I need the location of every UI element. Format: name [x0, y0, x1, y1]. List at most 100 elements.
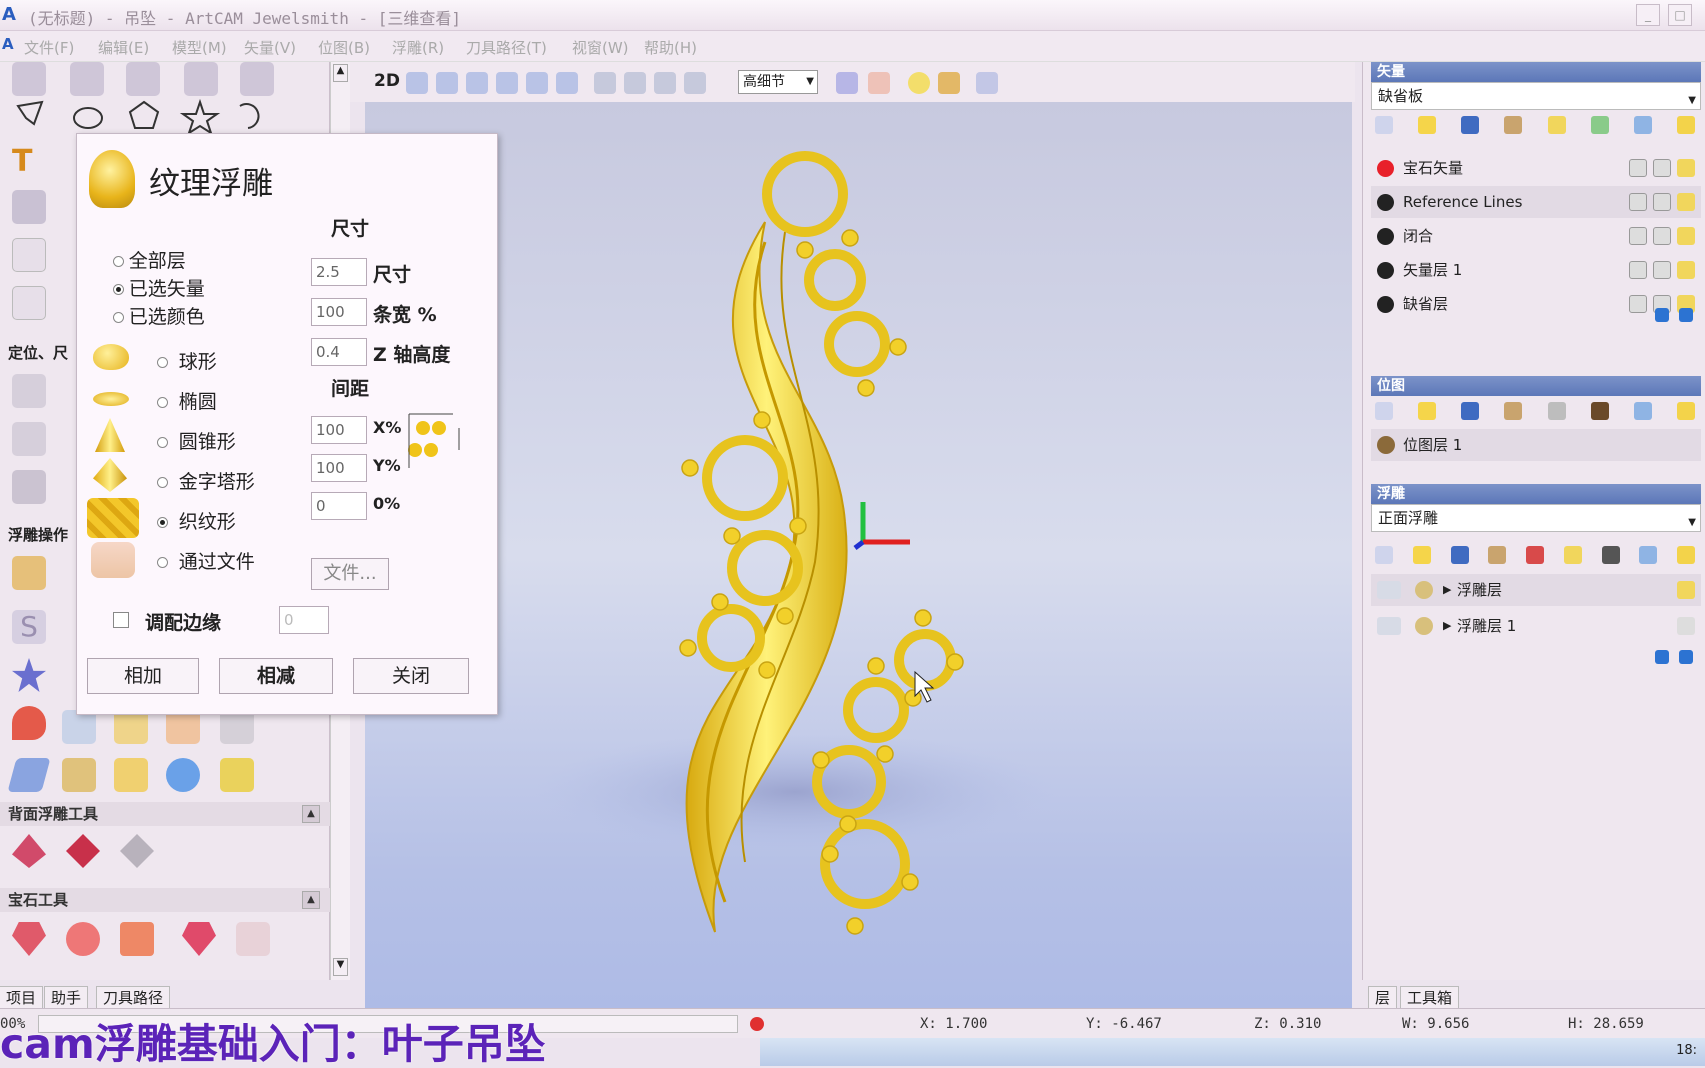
collapse-arrow-icon[interactable]: ▲ [302, 891, 320, 909]
relief-combine-icon[interactable] [1415, 617, 1433, 635]
relief-tool-b-icon[interactable] [166, 710, 200, 744]
relief-tool-a-icon[interactable] [114, 710, 148, 744]
menu-file[interactable]: 文件(F) [24, 37, 74, 58]
edit-icon[interactable] [1653, 193, 1671, 211]
add-button[interactable]: 相加 [87, 658, 199, 694]
lock-icon[interactable] [1629, 193, 1647, 211]
vector-layer-row[interactable]: 宝石矢量 [1371, 152, 1701, 184]
gem-pattern-icon[interactable] [236, 922, 270, 956]
strip-width-input[interactable]: 100 [311, 298, 367, 326]
shape-sphere-radio[interactable] [157, 357, 168, 368]
transform-icon[interactable] [126, 62, 160, 96]
back-relief-3-icon[interactable] [120, 834, 154, 868]
delete-icon[interactable] [1633, 116, 1652, 134]
shape-cone-option[interactable]: 圆锥形 [157, 427, 236, 454]
subtract-button[interactable]: 相减 [219, 658, 333, 694]
shape-ellipse-option[interactable]: 椭圆 [157, 387, 217, 414]
3d-viewport[interactable] [365, 102, 1352, 1008]
scope-colors-radio[interactable] [113, 312, 124, 323]
layer-color-dot[interactable] [1377, 160, 1394, 177]
zoom-in-icon[interactable] [466, 72, 488, 94]
layer-color-dot[interactable] [1377, 296, 1394, 313]
front-view-icon[interactable] [624, 72, 646, 94]
back-relief-1-icon[interactable] [12, 834, 46, 868]
relief-layer-row[interactable]: ▶ 浮雕层 1 [1371, 610, 1701, 642]
bitmap-layer-row[interactable]: 位图层 1 [1371, 429, 1701, 461]
tab-toolbox[interactable]: 工具箱 [1400, 986, 1460, 1010]
vector-draw-icons[interactable] [12, 96, 282, 136]
lock-icon[interactable] [1629, 261, 1647, 279]
scroll-up-icon[interactable]: ▲ [333, 64, 348, 82]
shape-file-radio[interactable] [157, 557, 168, 568]
paste-icon[interactable] [1504, 116, 1523, 134]
layer-color-dot[interactable] [1377, 194, 1394, 211]
menu-vector[interactable]: 矢量(V) [244, 37, 296, 58]
relief-combine-icon[interactable] [1415, 581, 1433, 599]
scope-selected-colors[interactable]: 已选颜色 [113, 302, 205, 329]
edit-icon[interactable] [1653, 227, 1671, 245]
z-height-input[interactable]: 0.4 [311, 338, 367, 366]
menu-help[interactable]: 帮助(H) [644, 37, 697, 58]
globe-mesh-icon[interactable] [166, 758, 200, 792]
shape-weave-radio[interactable] [157, 517, 168, 528]
lock-icon[interactable] [1629, 295, 1647, 313]
offset-input[interactable]: 0 [311, 492, 367, 520]
paste-icon[interactable] [1504, 402, 1523, 420]
expand-arrow-icon[interactable]: ▶ [1443, 610, 1451, 642]
leaf-icon[interactable] [12, 706, 46, 740]
plane-view-icon[interactable] [836, 72, 858, 94]
tab-layers[interactable]: 层 [1368, 986, 1398, 1010]
light-layer-icon[interactable] [1563, 546, 1582, 564]
light-layer-icon[interactable] [1547, 116, 1566, 134]
open-folder-icon[interactable] [1418, 116, 1437, 134]
shape-from-file-option[interactable]: 通过文件 [157, 547, 255, 574]
visibility-bulb-icon[interactable] [1677, 193, 1695, 211]
menu-edit[interactable]: 编辑(E) [98, 37, 149, 58]
bulb-icon[interactable] [1677, 546, 1695, 564]
save-icon[interactable] [1461, 402, 1480, 420]
move-down-icon[interactable] [1679, 308, 1693, 322]
scope-all-layers[interactable]: 全部层 [113, 246, 186, 273]
new-layer-icon[interactable] [1375, 402, 1393, 420]
paste-icon[interactable] [1488, 546, 1507, 564]
layer-color-dot[interactable] [1377, 228, 1394, 245]
visibility-bulb-icon[interactable] [1677, 581, 1695, 599]
new-layer-icon[interactable] [1375, 116, 1393, 134]
shape-icon[interactable] [12, 422, 46, 456]
relief-layer-row[interactable]: ▶ 浮雕层 [1371, 574, 1701, 606]
menu-bitmap[interactable]: 位图(B) [318, 37, 370, 58]
plane-icon[interactable] [7, 758, 51, 792]
wave-icon[interactable] [12, 470, 46, 504]
shape-ellipse-radio[interactable] [157, 397, 168, 408]
shape-weave-option[interactable]: 织纹形 [157, 507, 236, 534]
lock-icon[interactable] [1629, 159, 1647, 177]
delete-icon[interactable] [1639, 546, 1658, 564]
fit-edge-input[interactable]: 0 [279, 606, 329, 634]
bulb-icon[interactable] [1676, 402, 1695, 420]
vector-sheet-select[interactable]: 缺省板 ▼ [1371, 82, 1701, 110]
visibility-bulb-icon[interactable] [1677, 159, 1695, 177]
visibility-bulb-icon[interactable] [1677, 227, 1695, 245]
material-icon[interactable] [938, 72, 960, 94]
image-icon[interactable] [1590, 402, 1609, 420]
move-up-icon[interactable] [1655, 308, 1669, 322]
gem-diamond-icon[interactable] [182, 922, 216, 956]
text-tool-icon[interactable]: T [12, 144, 46, 179]
bitmap-icon[interactable] [1547, 402, 1566, 420]
vector-layer-row[interactable]: 缺省层 [1371, 288, 1701, 320]
collapse-arrow-icon[interactable]: ▲ [302, 805, 320, 823]
back-relief-2-icon[interactable] [66, 834, 100, 868]
maximize-button[interactable]: □ [1668, 4, 1692, 26]
menu-model[interactable]: 模型(M) [172, 37, 227, 58]
gem-tool-1-icon[interactable] [12, 922, 46, 956]
bulb-icon[interactable] [1676, 116, 1695, 134]
relief-tool-c-icon[interactable] [220, 710, 254, 744]
zoom-out-icon[interactable] [496, 72, 518, 94]
save-icon[interactable] [1450, 546, 1469, 564]
expand-arrow-icon[interactable]: ▶ [1443, 574, 1451, 606]
shape-pyramid-radio[interactable] [157, 477, 168, 488]
edit-icon[interactable] [1653, 159, 1671, 177]
vector-layer-row[interactable]: 闭合 [1371, 220, 1701, 252]
menu-relief[interactable]: 浮雕(R) [392, 37, 444, 58]
node-edit-icon[interactable] [70, 62, 104, 96]
